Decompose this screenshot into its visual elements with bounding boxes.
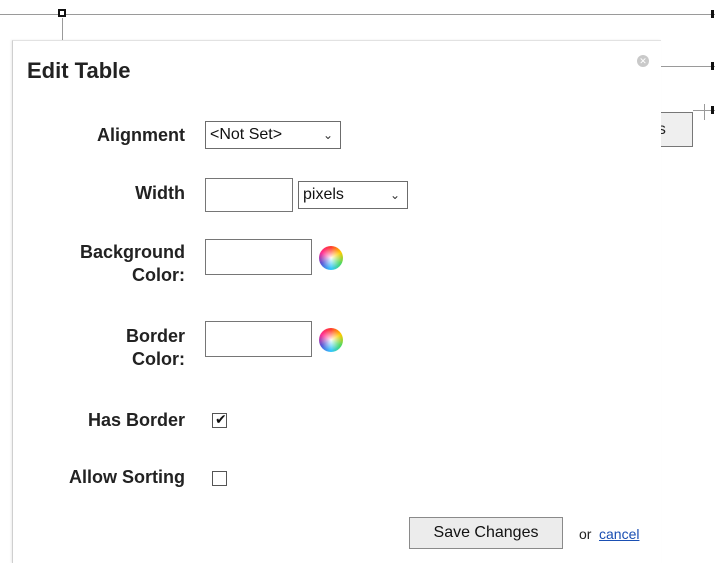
allow-sorting-checkbox[interactable] bbox=[212, 471, 227, 486]
border-color-label: Border Color: bbox=[126, 325, 185, 371]
line-end-marker-1 bbox=[711, 10, 714, 18]
background-color-label-line2: Color: bbox=[132, 265, 185, 285]
alignment-select[interactable]: <Not Set> ⌄ bbox=[205, 121, 341, 149]
border-color-label-line1: Border bbox=[125, 326, 185, 346]
color-wheel-icon[interactable] bbox=[319, 328, 343, 352]
has-border-label: Has Border bbox=[87, 410, 185, 430]
border-color-label-line2: Color: bbox=[132, 349, 185, 369]
has-border-checkbox[interactable]: ✔ bbox=[212, 411, 227, 428]
or-text: or bbox=[579, 526, 592, 542]
background-color-label-line1: Background bbox=[79, 242, 185, 262]
width-input[interactable] bbox=[205, 178, 293, 212]
alignment-select-value: <Not Set> bbox=[210, 126, 283, 143]
background-color-input[interactable] bbox=[205, 239, 312, 275]
chevron-down-icon: ⌄ bbox=[322, 128, 333, 142]
cancel-link[interactable]: cancel bbox=[599, 526, 639, 542]
border-color-input[interactable] bbox=[205, 321, 312, 357]
handle-stem bbox=[62, 18, 63, 42]
background-color-label: Background Color: bbox=[80, 241, 185, 287]
table-top-border-line bbox=[0, 14, 715, 15]
width-label: Width bbox=[135, 183, 185, 203]
width-unit-value: pixels bbox=[303, 186, 344, 203]
vertical-connector bbox=[704, 104, 705, 120]
table-border-line-2 bbox=[660, 66, 715, 67]
save-changes-button[interactable]: Save Changes bbox=[409, 517, 563, 549]
color-wheel-icon[interactable] bbox=[319, 246, 343, 270]
resize-handle-top[interactable] bbox=[58, 9, 66, 17]
chevron-down-icon: ⌄ bbox=[389, 188, 400, 202]
dialog-title: Edit Table bbox=[27, 58, 131, 83]
alignment-label: Alignment bbox=[97, 125, 185, 145]
close-icon[interactable]: ✕ bbox=[637, 55, 649, 67]
checkmark-icon: ✔ bbox=[215, 411, 227, 427]
width-unit-select[interactable]: pixels ⌄ bbox=[298, 181, 408, 209]
line-end-marker-3 bbox=[711, 106, 714, 114]
edit-table-dialog: Edit Table ✕ Alignment <Not Set> ⌄ Width… bbox=[12, 40, 661, 563]
allow-sorting-label: Allow Sorting bbox=[69, 467, 185, 487]
line-end-marker-2 bbox=[711, 62, 714, 70]
